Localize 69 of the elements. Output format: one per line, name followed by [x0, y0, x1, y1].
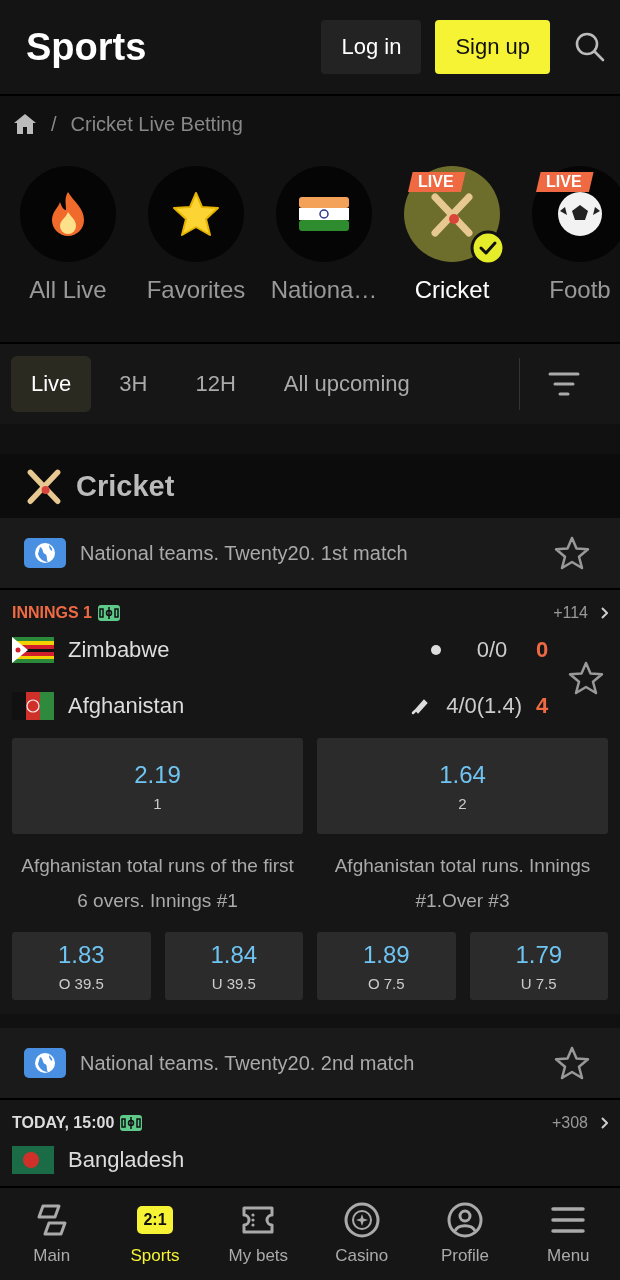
category-item[interactable]: Favorites: [132, 166, 260, 342]
chevron-right-icon[interactable]: [600, 607, 608, 619]
match-status: INNINGS 1: [12, 604, 92, 622]
section-title: Cricket: [76, 469, 175, 503]
signup-button[interactable]: Sign up: [435, 20, 550, 74]
period-tab[interactable]: 3H: [99, 356, 168, 412]
team-name: Bangladesh: [68, 1147, 186, 1173]
odds-button[interactable]: 1.64 2: [317, 738, 608, 834]
category-label: Nationa…: [270, 276, 378, 304]
more-markets-link[interactable]: +308: [551, 1114, 588, 1132]
star-icon: [172, 191, 220, 237]
category-item[interactable]: All Live: [4, 166, 132, 342]
breadcrumb-item[interactable]: Cricket Live Betting: [70, 112, 243, 136]
nav-tab[interactable]: Casino: [310, 1188, 414, 1280]
page-title: Sports: [26, 25, 147, 69]
casino-chip-icon: [343, 1202, 380, 1238]
innings-score: 4/0(1.4): [446, 693, 522, 719]
soccer-ball-icon: [555, 189, 605, 239]
flag-icon: [12, 637, 54, 663]
login-button[interactable]: Log in: [321, 20, 422, 74]
odds-button[interactable]: 1.83 O 39.5: [12, 932, 151, 1000]
nav-tab[interactable]: Main: [0, 1188, 104, 1280]
odds-button[interactable]: 1.89 O 7.5: [317, 932, 456, 1000]
odds-button[interactable]: 1.84 U 39.5: [164, 932, 303, 1000]
period-tab[interactable]: Live: [11, 356, 92, 412]
pitch-icon: [98, 605, 120, 621]
more-markets-link[interactable]: +114: [553, 604, 588, 622]
category-label: Favorites: [146, 276, 246, 304]
pitch-icon: [120, 1115, 143, 1131]
category-label: Footb: [549, 276, 611, 304]
live-badge: LIVE: [536, 172, 594, 192]
star-outline-icon[interactable]: [554, 536, 590, 570]
odds-button[interactable]: 2.19 1: [12, 738, 303, 834]
nav-tab[interactable]: Menu: [516, 1188, 620, 1280]
period-tab[interactable]: All upcoming: [263, 356, 430, 412]
cricket-bats-icon: [24, 466, 64, 506]
market-title: Afghanistan total runs of the first 6 overs. Innings #1: [20, 854, 295, 913]
period-tab[interactable]: 12H: [175, 356, 256, 412]
nav-tab[interactable]: 2:1 Sports: [103, 1188, 207, 1280]
category-item[interactable]: LIVE Footb: [516, 166, 620, 342]
search-icon[interactable]: [574, 31, 606, 63]
globe-icon: [24, 1048, 66, 1078]
flag-icon: [12, 1146, 54, 1174]
team-score: 4: [534, 693, 550, 719]
team-name: Afghanistan: [68, 693, 186, 719]
star-outline-icon[interactable]: [554, 1046, 590, 1080]
innings-score: 0/0: [475, 637, 509, 663]
profile-icon: [446, 1202, 483, 1238]
live-badge: LIVE: [408, 172, 466, 192]
category-item[interactable]: Nationa…: [260, 166, 388, 342]
checkmark-icon: [470, 230, 506, 266]
flag-icon: [299, 197, 349, 231]
category-item[interactable]: LIVE Cricket: [388, 166, 516, 342]
match-status: TODAY, 15:00: [12, 1114, 115, 1132]
nav-tab[interactable]: My bets: [206, 1188, 310, 1280]
market-title: Afghanistan total runs. Innings #1.Over #3: [333, 854, 592, 913]
category-label: Cricket: [414, 276, 490, 304]
category-label: All Live: [29, 276, 107, 304]
chevron-right-icon[interactable]: [600, 1117, 608, 1129]
breadcrumb-separator: /: [51, 112, 57, 136]
filter-icon[interactable]: [548, 370, 580, 398]
nav-tab[interactable]: Profile: [413, 1188, 517, 1280]
team-name: Zimbabwe: [68, 637, 171, 663]
star-outline-icon[interactable]: [568, 661, 604, 695]
home-icon[interactable]: [13, 113, 37, 135]
score-badge-icon: 2:1: [137, 1206, 173, 1234]
team-score: 0: [534, 637, 550, 663]
odds-button[interactable]: 1.79 U 7.5: [469, 932, 608, 1000]
globe-icon: [24, 538, 66, 568]
